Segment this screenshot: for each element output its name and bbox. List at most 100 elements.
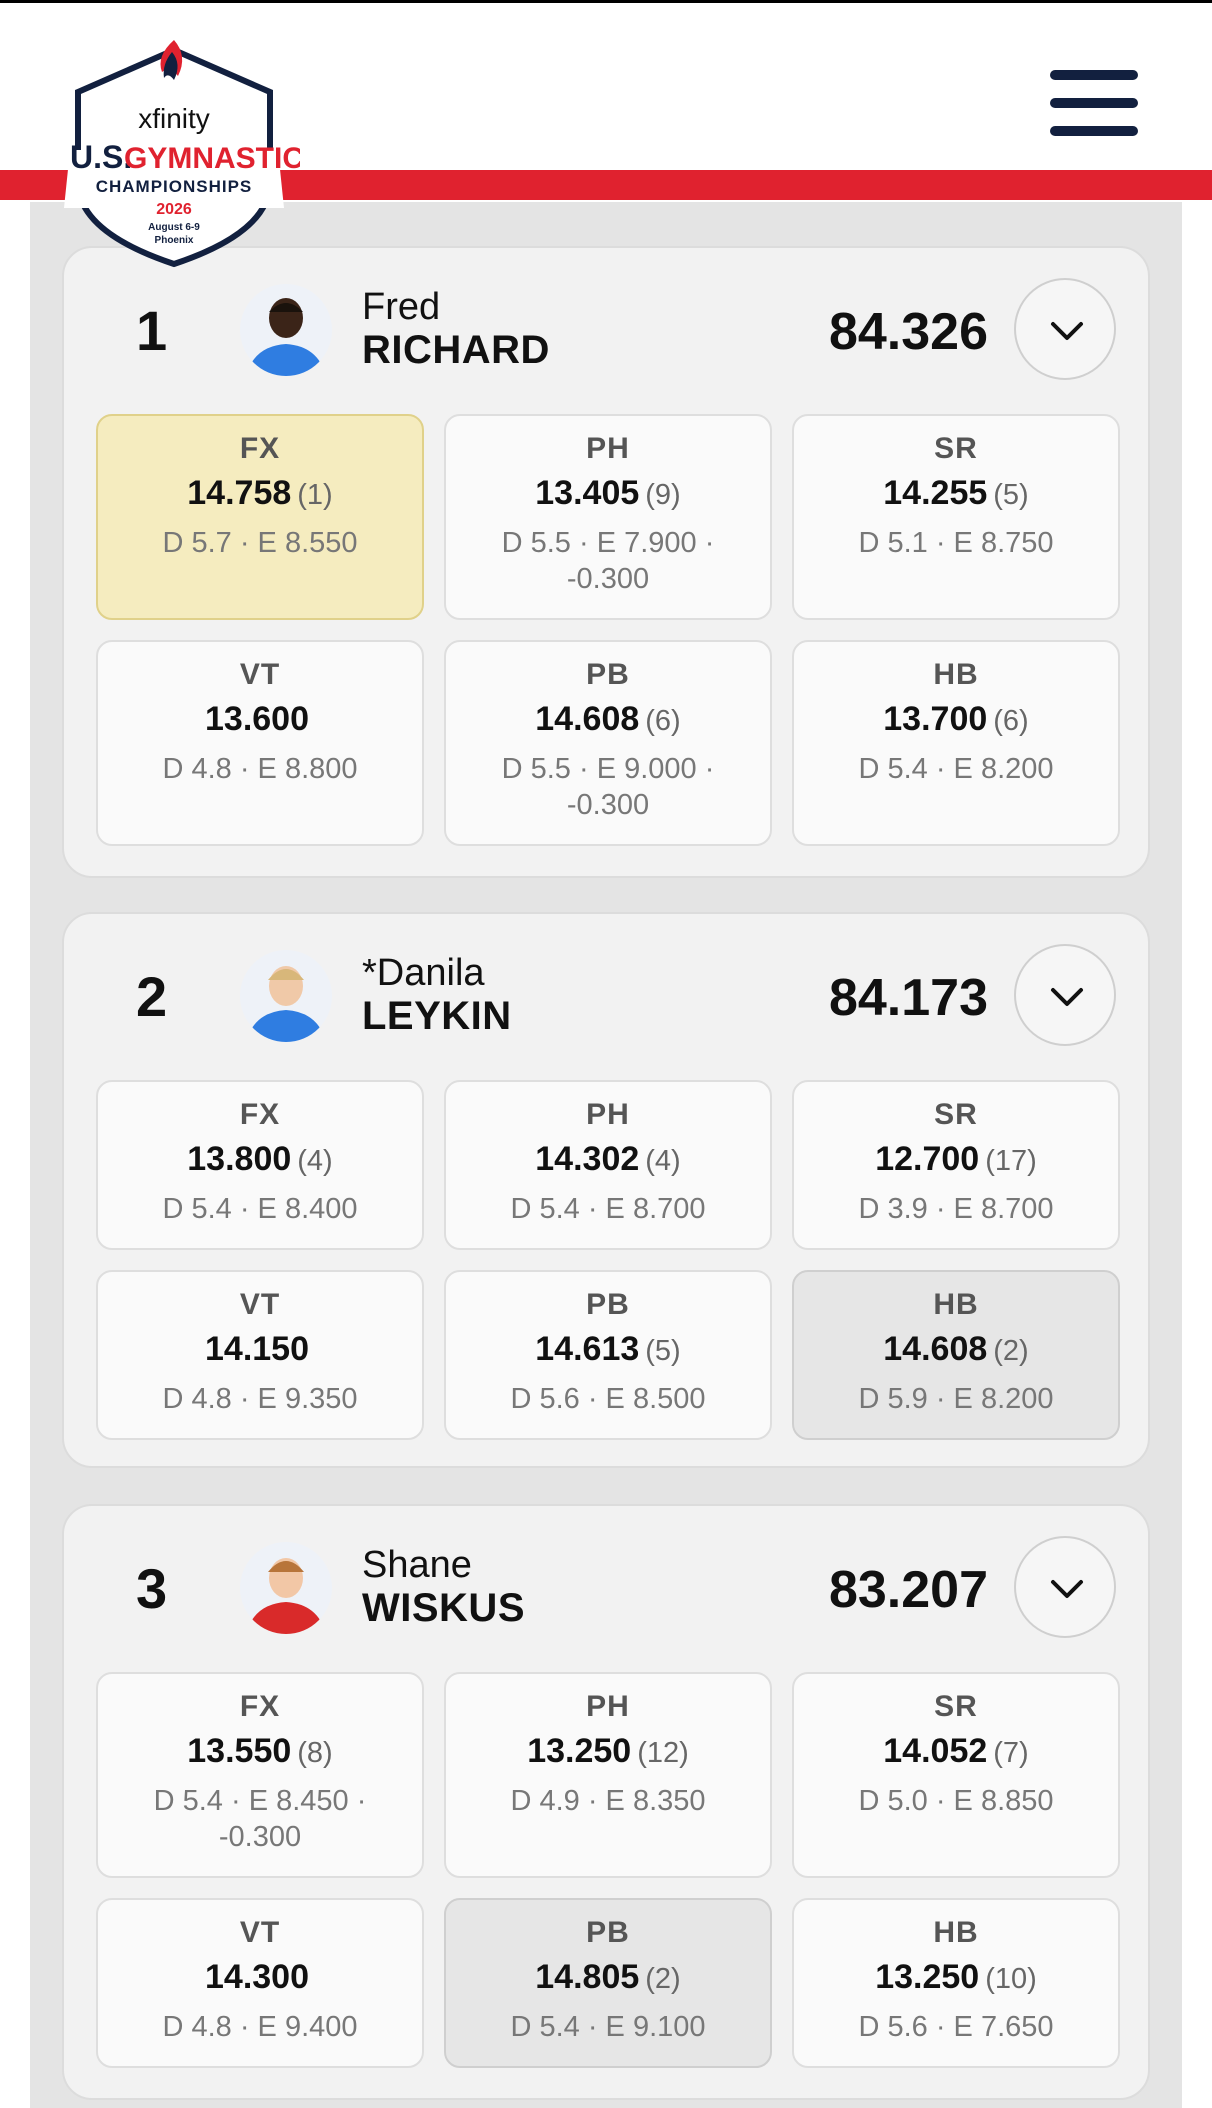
event-tile-pb[interactable]: PB 14.608 (6) D 5.5 · E 9.000 · -0.300 xyxy=(444,640,772,846)
event-tile-vt[interactable]: VT 13.600 D 4.8 · E 8.800 xyxy=(96,640,424,846)
championships-logo[interactable]: xfinity U.S. GYMNASTICS CHAMPIONSHIPS 20… xyxy=(48,32,300,272)
event-tile-fx[interactable]: FX 13.800 (4) D 5.4 · E 8.400 xyxy=(96,1080,424,1250)
event-place: (2) xyxy=(645,1963,681,1995)
event-score: 14.758 xyxy=(187,474,292,512)
difficulty-execution: D 5.4 · E 8.700 xyxy=(510,1193,706,1225)
event-place: (5) xyxy=(645,1335,681,1367)
event-label: PB xyxy=(586,658,630,691)
event-score: 14.302 xyxy=(535,1140,640,1178)
chevron-down-icon xyxy=(1051,988,1083,1006)
logo-sponsor: xfinity xyxy=(138,103,210,134)
event-label: PH xyxy=(586,1098,630,1131)
event-tile-ph[interactable]: PH 13.250 (12) D 4.9 · E 8.350 xyxy=(444,1672,772,1878)
athlete-last-name: LEYKIN xyxy=(362,994,512,1038)
event-score: 13.250 xyxy=(527,1732,632,1770)
difficulty-execution: D 5.0 · E 8.850 xyxy=(858,1785,1054,1817)
event-label: PB xyxy=(586,1916,630,1949)
event-place: (12) xyxy=(637,1737,689,1769)
difficulty-execution: D 4.8 · E 8.800 xyxy=(162,753,358,785)
event-tile-ph[interactable]: PH 14.302 (4) D 5.4 · E 8.700 xyxy=(444,1080,772,1250)
event-score: 14.805 xyxy=(535,1958,640,1996)
difficulty-execution: D 3.9 · E 8.700 xyxy=(858,1193,1054,1225)
event-label: SR xyxy=(934,1098,978,1131)
all-around-total: 84.326 xyxy=(828,303,988,361)
hamburger-icon[interactable] xyxy=(1050,70,1138,136)
event-tile-vt[interactable]: VT 14.300 D 4.8 · E 9.400 xyxy=(96,1898,424,2068)
event-label: VT xyxy=(239,658,281,691)
event-score: 13.550 xyxy=(187,1732,292,1770)
difficulty-execution: D 5.4 · E 8.450 · -0.300 xyxy=(153,1785,367,1853)
event-tile-fx[interactable]: FX 14.758 (1) D 5.7 · E 8.550 xyxy=(96,414,424,620)
chevron-down-icon xyxy=(1051,1580,1083,1598)
event-tile-ph[interactable]: PH 13.405 (9) D 5.5 · E 7.900 · -0.300 xyxy=(444,414,772,620)
event-tile-hb[interactable]: HB 13.250 (10) D 5.6 · E 7.650 xyxy=(792,1898,1120,2068)
event-score: 14.255 xyxy=(883,474,988,512)
event-tile-fx[interactable]: FX 13.550 (8) D 5.4 · E 8.450 · -0.300 xyxy=(96,1672,424,1878)
event-tile-pb[interactable]: PB 14.613 (5) D 5.6 · E 8.500 xyxy=(444,1270,772,1440)
event-tile-vt[interactable]: VT 14.150 D 4.8 · E 9.350 xyxy=(96,1270,424,1440)
logo-year: 2026 xyxy=(156,201,192,218)
event-score: 13.250 xyxy=(875,1958,980,1996)
event-tile-sr[interactable]: SR 12.700 (17) D 3.9 · E 8.700 xyxy=(792,1080,1120,1250)
event-tile-pb[interactable]: PB 14.805 (2) D 5.4 · E 9.100 xyxy=(444,1898,772,2068)
difficulty-execution: D 5.4 · E 9.100 xyxy=(510,2011,706,2043)
difficulty-execution: D 5.5 · E 9.000 · -0.300 xyxy=(501,753,715,821)
athlete-avatar xyxy=(240,1542,332,1634)
difficulty-execution: D 4.8 · E 9.400 xyxy=(162,2011,358,2043)
event-label: PB xyxy=(586,1288,630,1321)
event-place: (4) xyxy=(297,1145,333,1177)
event-place: (6) xyxy=(993,705,1029,737)
difficulty-execution: D 5.1 · E 8.750 xyxy=(858,527,1054,559)
event-place: (17) xyxy=(985,1145,1037,1177)
event-score: 14.300 xyxy=(205,1958,309,1996)
expand-button[interactable] xyxy=(1014,1536,1116,1638)
event-place: (8) xyxy=(297,1737,333,1769)
athlete-card-2: 2 *Danila LEYKIN 84.173 FX 13.800 (4) D 5… xyxy=(62,912,1150,1468)
event-label: VT xyxy=(239,1288,281,1321)
expand-button[interactable] xyxy=(1014,278,1116,380)
logo-brand-gym: GYMNASTICS xyxy=(124,142,300,175)
expand-button[interactable] xyxy=(1014,944,1116,1046)
athlete-avatar xyxy=(240,950,332,1042)
event-place: (2) xyxy=(993,1335,1029,1367)
event-place: (5) xyxy=(993,479,1029,511)
event-score: 13.405 xyxy=(535,474,640,512)
event-label: FX xyxy=(239,432,281,465)
event-score: 14.613 xyxy=(535,1330,640,1368)
difficulty-execution: D 5.6 · E 8.500 xyxy=(510,1383,706,1415)
athlete-first-name: *Danila xyxy=(362,952,485,994)
event-label: HB xyxy=(933,658,979,691)
event-place: (7) xyxy=(993,1737,1029,1769)
event-label: HB xyxy=(933,1288,979,1321)
difficulty-execution: D 5.5 · E 7.900 · -0.300 xyxy=(501,527,715,595)
event-score: 14.608 xyxy=(883,1330,988,1368)
chevron-down-icon xyxy=(1051,322,1083,340)
athlete-card-3: 3 Shane WISKUS 83.207 FX 13.550 (8) D 5.4… xyxy=(62,1504,1150,2100)
event-tile-sr[interactable]: SR 14.255 (5) D 5.1 · E 8.750 xyxy=(792,414,1120,620)
event-tile-hb[interactable]: HB 13.700 (6) D 5.4 · E 8.200 xyxy=(792,640,1120,846)
event-tile-sr[interactable]: SR 14.052 (7) D 5.0 · E 8.850 xyxy=(792,1672,1120,1878)
athlete-last-name: WISKUS xyxy=(362,1586,525,1630)
event-label: PH xyxy=(586,1690,630,1723)
event-score: 13.700 xyxy=(883,700,988,738)
athlete-first-name: Fred xyxy=(362,286,441,328)
event-label: FX xyxy=(239,1098,281,1131)
event-place: (9) xyxy=(645,479,681,511)
difficulty-execution: D 5.6 · E 7.650 xyxy=(858,2011,1054,2043)
event-label: HB xyxy=(933,1916,979,1949)
all-around-total: 84.173 xyxy=(828,969,988,1027)
event-score: 14.052 xyxy=(883,1732,988,1770)
athlete-card-1: 1 Fred RICHARD 84.326 FX 14.758 (1) D 5.7… xyxy=(62,246,1150,878)
event-score: 14.608 xyxy=(535,700,640,738)
logo-dates: August 6-9 xyxy=(148,222,200,233)
event-place: (1) xyxy=(297,479,333,511)
event-place: (4) xyxy=(645,1145,681,1177)
event-tile-hb[interactable]: HB 14.608 (2) D 5.9 · E 8.200 xyxy=(792,1270,1120,1440)
athlete-first-name: Shane xyxy=(362,1544,472,1586)
event-label: PH xyxy=(586,432,630,465)
difficulty-execution: D 4.8 · E 9.350 xyxy=(162,1383,358,1415)
event-label: SR xyxy=(934,1690,978,1723)
event-score: 14.150 xyxy=(205,1330,309,1368)
event-score: 12.700 xyxy=(875,1140,980,1178)
event-place: (10) xyxy=(985,1963,1037,1995)
